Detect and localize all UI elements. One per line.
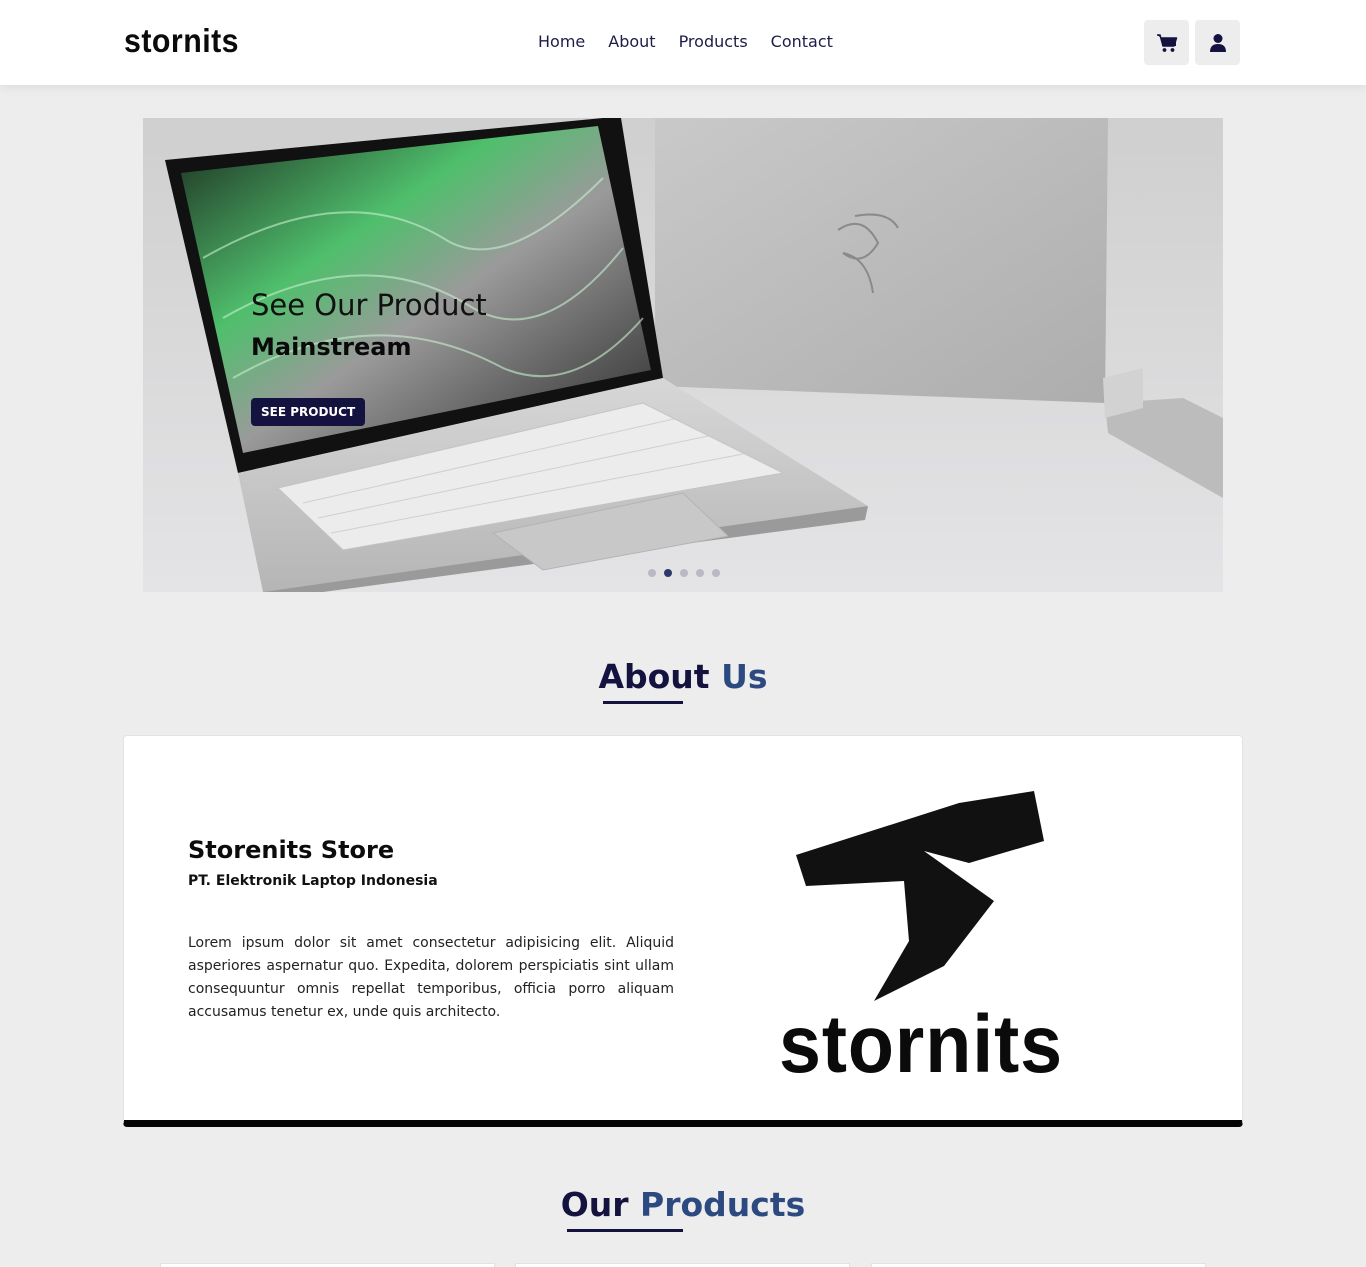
carousel-dot[interactable]	[680, 569, 688, 577]
nav-link-about[interactable]: About	[608, 32, 655, 51]
products-heading-word-2: Products	[640, 1185, 806, 1224]
nav-link-products[interactable]: Products	[679, 32, 748, 51]
carousel-dot[interactable]	[648, 569, 656, 577]
carousel-dot[interactable]	[712, 569, 720, 577]
brand-logo[interactable]: stornits	[124, 22, 239, 60]
products-heading: Our Products	[0, 1185, 1366, 1224]
nav-links: Home About Products Contact	[538, 32, 833, 51]
products-heading-word-1: Our	[560, 1185, 629, 1224]
about-heading: About Us	[0, 657, 1366, 696]
hero-subtitle: Mainstream	[251, 333, 412, 361]
nav-link-home[interactable]: Home	[538, 32, 585, 51]
user-icon	[1209, 33, 1226, 52]
hero-title: See Our Product	[251, 288, 487, 322]
company-name: PT. Elektronik Laptop Indonesia	[188, 873, 438, 889]
user-button[interactable]	[1195, 20, 1240, 65]
product-card[interactable]	[160, 1263, 495, 1267]
about-description: Lorem ipsum dolor sit amet consectetur a…	[188, 935, 674, 1020]
stornits-logo-text: stornits	[779, 999, 1064, 1090]
carousel-indicators	[648, 569, 720, 577]
about-heading-underline	[603, 701, 683, 704]
carousel-dot-active[interactable]	[664, 569, 672, 577]
nav-link-contact[interactable]: Contact	[771, 32, 833, 51]
navbar: stornits Home About Products Contact	[0, 0, 1366, 85]
products-heading-underline	[567, 1229, 683, 1232]
about-card: Storenits Store PT. Elektronik Laptop In…	[123, 735, 1243, 1127]
product-card[interactable]	[871, 1263, 1206, 1267]
about-heading-word-2: Us	[721, 657, 768, 696]
hero-carousel: See Our Product Mainstream SEE PRODUCT	[143, 118, 1223, 592]
stornits-logo-mark	[796, 791, 1044, 1001]
carousel-dot[interactable]	[696, 569, 704, 577]
see-product-button[interactable]: SEE PRODUCT	[251, 398, 366, 426]
about-heading-word-1: About	[598, 657, 710, 696]
cart-icon	[1156, 33, 1177, 52]
store-name: Storenits Store	[188, 836, 395, 864]
cart-button[interactable]	[1144, 20, 1189, 65]
product-card[interactable]	[515, 1263, 850, 1267]
